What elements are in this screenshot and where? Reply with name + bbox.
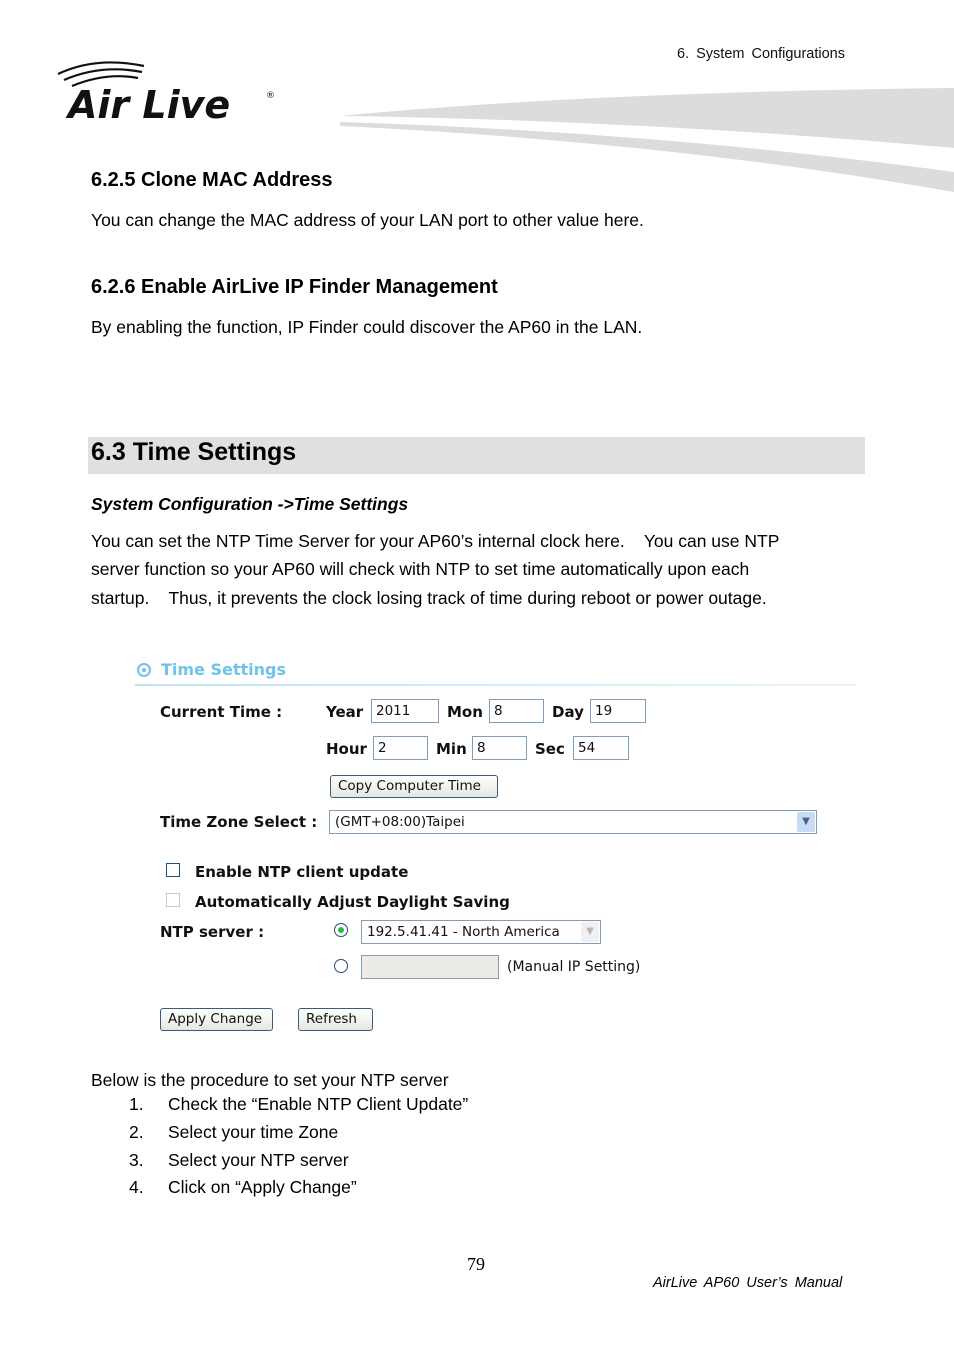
chapter-header: 6. System Configurations [677,46,845,62]
current-time-label: Current Time : [160,703,283,721]
procedure-step: 2. Select your time Zone [129,1122,338,1143]
header-swoosh-decoration [340,88,954,192]
ntp-server-manual-radio[interactable] [334,959,348,973]
timezone-label: Time Zone Select : [160,813,318,831]
hour-label: Hour [326,740,367,758]
time-settings-body-line-1: You can set the NTP Time Server for your… [91,531,780,551]
copy-computer-time-button[interactable]: Copy Computer Time [330,775,498,798]
chevron-down-icon: ▼ [797,812,815,832]
hour-input[interactable]: 2 [373,736,428,760]
step-number: 2. [129,1122,144,1142]
airlive-logo: Air Live ® [57,61,275,126]
panel-title: Time Settings [137,660,286,679]
page-number: 79 [467,1254,485,1274]
time-settings-panel: Time Settings Current Time : Year 2011 M… [135,656,860,1036]
min-input[interactable]: 8 [472,736,527,760]
section-body-clone-mac: You can change the MAC address of your L… [91,210,644,230]
daylight-saving-label: Automatically Adjust Daylight Saving [195,893,510,911]
step-number: 1. [129,1094,144,1114]
panel-divider [135,684,857,686]
section-body-ip-finder: By enabling the function, IP Finder coul… [91,317,643,337]
time-settings-body-line-2: server function so your AP60 will check … [91,559,750,579]
refresh-button[interactable]: Refresh [298,1008,373,1031]
apply-change-button[interactable]: Apply Change [160,1008,273,1031]
procedure-step: 3. Select your NTP server [129,1150,349,1171]
manual-ip-input[interactable] [361,955,499,979]
chevron-down-icon: ▼ [581,922,599,942]
step-text: Click on “Apply Change” [168,1177,357,1197]
mon-label: Mon [447,703,483,721]
min-label: Min [436,740,467,758]
target-bullet-icon [137,663,151,677]
ntp-server-value: 192.5.41.41 - North America [367,924,560,940]
menu-path: System Configuration ->Time Settings [91,494,409,514]
procedure-intro: Below is the procedure to set your NTP s… [91,1070,449,1090]
registered-mark: ® [266,91,275,101]
section-title-time-settings: 6.3 Time Settings [91,438,297,466]
sec-label: Sec [535,740,565,758]
enable-ntp-label: Enable NTP client update [195,863,409,881]
ntp-server-select[interactable]: 192.5.41.41 - North America ▼ [361,920,601,944]
enable-ntp-checkbox[interactable] [166,863,180,877]
day-input[interactable]: 19 [590,699,646,723]
manual-title: AirLive AP60 User’s Manual [653,1275,843,1291]
day-label: Day [552,703,584,721]
step-number: 4. [129,1177,144,1197]
step-text: Check the “Enable NTP Client Update” [168,1094,469,1114]
daylight-saving-checkbox[interactable] [166,893,180,907]
panel-title-text: Time Settings [161,660,287,679]
step-number: 3. [129,1150,144,1170]
ntp-server-preset-radio[interactable] [334,923,348,937]
year-input[interactable]: 2011 [371,699,439,723]
logo-wordmark: Air Live [65,83,230,126]
section-heading-bar: 6.3 Time Settings [88,437,865,474]
mon-input[interactable]: 8 [489,699,544,723]
step-text: Select your time Zone [168,1122,339,1142]
time-settings-body-line-3: startup. Thus, it prevents the clock los… [91,588,767,608]
year-label: Year [326,703,364,721]
step-text: Select your NTP server [168,1150,349,1170]
procedure-step: 1. Check the “Enable NTP Client Update” [129,1094,468,1115]
section-title-clone-mac: 6.2.5 Clone MAC Address [91,169,333,191]
timezone-value: (GMT+08:00)Taipei [335,814,465,830]
section-title-ip-finder: 6.2.6 Enable AirLive IP Finder Managemen… [91,276,498,298]
manual-ip-label: (Manual IP Setting) [507,959,641,975]
sec-input[interactable]: 54 [573,736,629,760]
procedure-step: 4. Click on “Apply Change” [129,1177,357,1198]
ntp-server-label: NTP server : [160,923,265,941]
timezone-select[interactable]: (GMT+08:00)Taipei ▼ [329,810,817,834]
